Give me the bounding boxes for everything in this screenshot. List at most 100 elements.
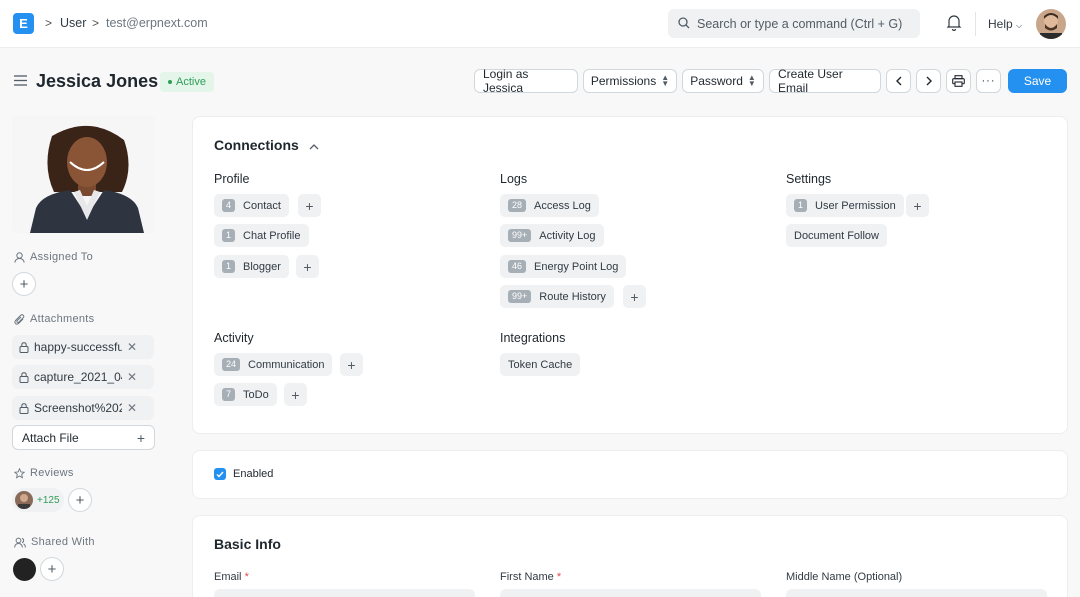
- breadcrumb-current[interactable]: test@erpnext.com: [106, 16, 208, 30]
- add-share-button[interactable]: +: [40, 557, 64, 581]
- connection-label: Contact: [243, 199, 281, 212]
- count-badge: 1: [222, 229, 236, 242]
- close-icon[interactable]: ✕: [127, 370, 137, 384]
- app-logo[interactable]: E: [13, 13, 34, 34]
- reviewer-avatar: [15, 491, 33, 509]
- close-icon[interactable]: ✕: [127, 401, 137, 415]
- count-badge: 28: [508, 199, 527, 212]
- profile-image[interactable]: [12, 116, 155, 233]
- password-dropdown[interactable]: Password ▲ ▼: [682, 69, 764, 93]
- add-contact-button[interactable]: +: [298, 194, 321, 217]
- connection-document-follow[interactable]: Document Follow: [786, 224, 887, 247]
- connection-label: Document Follow: [794, 229, 879, 242]
- chevron-up-icon: [309, 144, 319, 150]
- add-route-history-button[interactable]: +: [623, 285, 646, 308]
- attachment-item[interactable]: capture_2021_04 ✕: [12, 365, 154, 389]
- login-as-button[interactable]: Login as Jessica: [474, 67, 578, 95]
- save-label: Save: [1023, 74, 1052, 88]
- middle-name-field[interactable]: [786, 589, 1047, 597]
- middle-name-label: Middle Name (Optional): [786, 571, 903, 583]
- attachment-item[interactable]: happy-successfu ✕: [12, 335, 154, 359]
- connection-user-permission[interactable]: 1 User Permission: [786, 194, 904, 217]
- search-bar[interactable]: Search or type a command (Ctrl + G): [668, 9, 920, 38]
- breadcrumb-separator: >: [45, 16, 53, 30]
- lock-icon: [19, 402, 29, 414]
- print-button[interactable]: [946, 69, 971, 93]
- navbar: E > User > test@erpnext.com Search or ty…: [0, 0, 1080, 48]
- reviews-badge[interactable]: +125: [12, 488, 64, 512]
- close-icon[interactable]: ✕: [127, 340, 137, 354]
- help-dropdown[interactable]: Help ⌵: [988, 17, 1022, 31]
- add-blogger-button[interactable]: +: [296, 255, 319, 278]
- user-icon: [14, 251, 25, 263]
- settings-heading: Settings: [786, 172, 832, 186]
- reviews-count: +125: [37, 494, 60, 506]
- search-icon: [678, 17, 690, 29]
- connections-title[interactable]: Connections: [214, 137, 319, 153]
- enabled-card: Enabled: [192, 450, 1068, 499]
- paperclip-icon: [14, 313, 25, 325]
- attachment-name: capture_2021_04: [34, 370, 122, 384]
- profile-heading: Profile: [214, 172, 250, 186]
- attach-file-button[interactable]: Attach File +: [12, 425, 155, 450]
- count-badge: 1: [222, 260, 236, 273]
- menu-icon[interactable]: [14, 75, 27, 86]
- add-review-button[interactable]: +: [68, 488, 92, 512]
- connection-energy-point-log[interactable]: 46 Energy Point Log: [500, 255, 627, 278]
- first-name-label-text: First Name: [500, 571, 554, 583]
- reviews-section: Reviews: [14, 467, 74, 479]
- bell-icon[interactable]: [946, 14, 962, 31]
- required-mark: *: [556, 571, 562, 583]
- chevron-left-icon: [895, 76, 901, 86]
- breadcrumb-user[interactable]: User: [60, 16, 86, 30]
- connection-route-history[interactable]: 99+ Route History: [500, 285, 614, 308]
- connection-token-cache[interactable]: Token Cache: [500, 353, 581, 376]
- add-assignee-button[interactable]: +: [12, 272, 36, 296]
- plus-icon: +: [19, 275, 29, 293]
- create-user-email-button[interactable]: Create User Email: [769, 67, 881, 95]
- permissions-dropdown[interactable]: Permissions ▲ ▼: [583, 69, 677, 93]
- attachments-section: Attachments: [14, 313, 94, 325]
- chevron-down-icon: ⌵: [1016, 21, 1023, 30]
- help-label: Help: [988, 17, 1013, 31]
- basic-info-title: Basic Info: [214, 536, 281, 552]
- enabled-label: Enabled: [233, 468, 274, 480]
- connection-communication[interactable]: 24 Communication: [214, 353, 333, 376]
- connection-activity-log[interactable]: 99+ Activity Log: [500, 224, 604, 247]
- save-button[interactable]: Save: [1008, 69, 1067, 93]
- check-icon: [216, 471, 224, 478]
- user-avatar[interactable]: [1036, 9, 1066, 39]
- plus-icon: +: [291, 386, 300, 403]
- connection-label: Communication: [248, 358, 325, 371]
- connections-title-text: Connections: [214, 137, 299, 153]
- count-badge: 46: [508, 260, 527, 273]
- email-label-text: Email: [214, 571, 242, 583]
- enabled-checkbox[interactable]: [214, 468, 226, 480]
- attachment-item[interactable]: Screenshot%202 ✕: [12, 396, 154, 420]
- print-icon: [952, 75, 965, 87]
- add-user-permission-button[interactable]: +: [906, 194, 929, 217]
- shared-with-label: Shared With: [31, 536, 95, 548]
- add-todo-button[interactable]: +: [284, 383, 307, 406]
- email-field[interactable]: [214, 589, 475, 597]
- connection-blogger[interactable]: 1 Blogger: [214, 255, 289, 278]
- connection-chat-profile[interactable]: 1 Chat Profile: [214, 224, 309, 247]
- star-icon: [14, 467, 25, 479]
- connection-label: Token Cache: [508, 358, 573, 371]
- connection-label: Route History: [539, 290, 606, 303]
- connection-contact[interactable]: 4 Contact: [214, 194, 289, 217]
- plus-icon: +: [47, 560, 57, 578]
- connection-todo[interactable]: 7 ToDo: [214, 383, 277, 406]
- login-as-label: Login as Jessica: [483, 67, 529, 95]
- first-name-field[interactable]: [500, 589, 761, 597]
- next-button[interactable]: [916, 69, 941, 93]
- more-button[interactable]: ···: [976, 69, 1001, 93]
- connection-label: Energy Point Log: [534, 260, 619, 273]
- previous-button[interactable]: [886, 69, 911, 93]
- count-badge: 99+: [508, 290, 532, 303]
- shared-user-avatar[interactable]: [13, 558, 36, 581]
- connection-access-log[interactable]: 28 Access Log: [500, 194, 599, 217]
- more-icon: ···: [981, 75, 996, 87]
- count-badge: 1: [794, 199, 808, 212]
- add-communication-button[interactable]: +: [340, 353, 363, 376]
